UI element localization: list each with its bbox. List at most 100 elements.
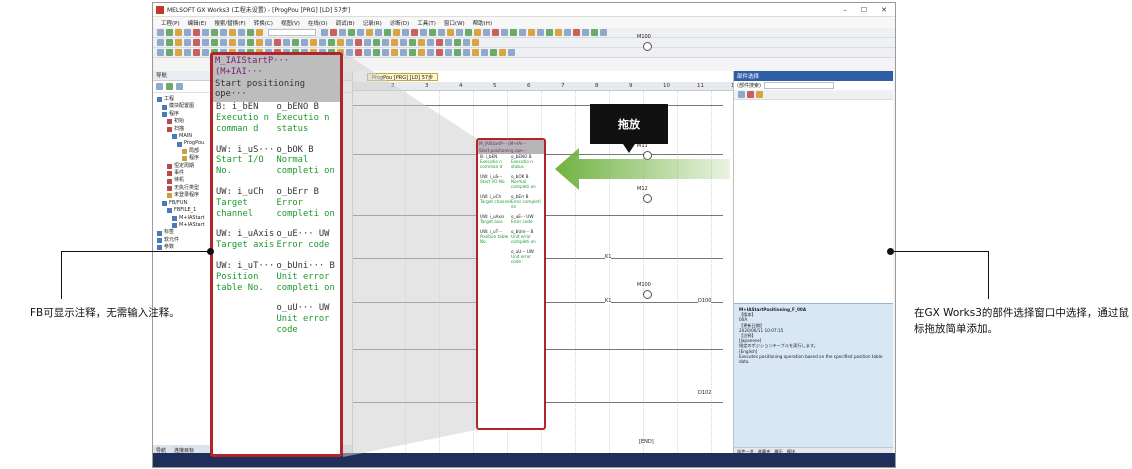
toolbar-button-icon[interactable] <box>366 29 373 36</box>
menu-item-4[interactable]: 视图(V) <box>281 19 300 27</box>
toolbar-button-icon[interactable] <box>474 29 481 36</box>
toolbar-button-icon[interactable] <box>384 29 391 36</box>
toolbar-button-icon[interactable] <box>564 29 571 36</box>
toolbar-button-icon[interactable] <box>456 29 463 36</box>
toolbar-button-icon[interactable] <box>411 29 418 36</box>
toolbar-button-icon[interactable] <box>283 39 290 46</box>
toolbar-button-icon[interactable] <box>175 39 182 46</box>
toolbar-button-icon[interactable] <box>247 29 254 36</box>
toolbar-button-icon[interactable] <box>339 29 346 36</box>
toolbar-button-icon[interactable] <box>184 49 191 56</box>
toolbar-button-icon[interactable] <box>292 39 299 46</box>
toolbar-button-icon[interactable] <box>528 29 535 36</box>
toolbar-button-icon[interactable] <box>175 49 182 56</box>
toolbar-button-icon[interactable] <box>463 49 470 56</box>
toolbar-button-icon[interactable] <box>256 29 263 36</box>
menu-item-11[interactable]: 帮助(H) <box>473 19 492 27</box>
toolbar-button-icon[interactable] <box>436 39 443 46</box>
toolbar-button-icon[interactable] <box>472 49 479 56</box>
maximize-icon[interactable]: ☐ <box>861 6 867 14</box>
toolbar-button-icon[interactable] <box>490 49 497 56</box>
toolbar-button-icon[interactable] <box>364 49 371 56</box>
toolbar-button-icon[interactable] <box>157 29 164 36</box>
toolbar-button-icon[interactable] <box>355 49 362 56</box>
toolbar-button-icon[interactable] <box>193 29 200 36</box>
coil-icon[interactable] <box>643 42 652 51</box>
parts-view-icon[interactable] <box>738 91 745 98</box>
toolbar-button-icon[interactable] <box>591 29 598 36</box>
toolbar-button-icon[interactable] <box>184 29 191 36</box>
toolbar-button-icon[interactable] <box>400 49 407 56</box>
toolbar-button-icon[interactable] <box>319 39 326 46</box>
toolbar-button-icon[interactable] <box>447 29 454 36</box>
nav-settings-icon[interactable] <box>166 83 173 90</box>
toolbar-button-icon[interactable] <box>211 39 218 46</box>
menu-item-7[interactable]: 记录(R) <box>363 19 382 27</box>
toolbar-button-icon[interactable] <box>382 49 389 56</box>
toolbar-button-icon[interactable] <box>157 39 164 46</box>
toolbar-button-icon[interactable] <box>238 39 245 46</box>
toolbar-button-icon[interactable] <box>429 29 436 36</box>
toolbar-button-icon[interactable] <box>301 39 308 46</box>
toolbar-button-icon[interactable] <box>166 39 173 46</box>
toolbar-button-icon[interactable] <box>409 39 416 46</box>
toolbar-button-icon[interactable] <box>348 29 355 36</box>
menu-item-1[interactable]: 编辑(E) <box>188 19 207 27</box>
toolbar-button-icon[interactable] <box>193 49 200 56</box>
toolbar-button-icon[interactable] <box>546 29 553 36</box>
toolbar-button-icon[interactable] <box>382 39 389 46</box>
toolbar-button-icon[interactable] <box>364 39 371 46</box>
toolbar-button-icon[interactable] <box>310 39 317 46</box>
toolbar-button-icon[interactable] <box>373 49 380 56</box>
toolbar-button-icon[interactable] <box>418 39 425 46</box>
toolbar-button-icon[interactable] <box>202 39 209 46</box>
toolbar-button-icon[interactable] <box>454 49 461 56</box>
toolbar-button-icon[interactable] <box>229 29 236 36</box>
toolbar-button-icon[interactable] <box>492 29 499 36</box>
toolbar-button-icon[interactable] <box>373 39 380 46</box>
toolbar-button-icon[interactable] <box>256 39 263 46</box>
toolbar-button-icon[interactable] <box>220 39 227 46</box>
toolbar-button-icon[interactable] <box>573 29 580 36</box>
toolbar-button-icon[interactable] <box>427 49 434 56</box>
menu-item-5[interactable]: 在线(O) <box>308 19 328 27</box>
toolbar-button-icon[interactable] <box>193 39 200 46</box>
parts-add-icon[interactable] <box>756 91 763 98</box>
toolbar-button-icon[interactable] <box>355 39 362 46</box>
toolbar-button-icon[interactable] <box>157 49 164 56</box>
toolbar-button-icon[interactable] <box>445 49 452 56</box>
toolbar-button-icon[interactable] <box>220 29 227 36</box>
toolbar-button-icon[interactable] <box>400 39 407 46</box>
toolbar-button-icon[interactable] <box>393 29 400 36</box>
toolbar-button-icon[interactable] <box>418 49 425 56</box>
parts-delete-icon[interactable] <box>747 91 754 98</box>
fb-block-small[interactable]: M_IAIStartP··· (M+IAI··· Start positioni… <box>476 138 546 430</box>
menu-item-8[interactable]: 诊断(D) <box>390 19 410 27</box>
toolbar-button-icon[interactable] <box>330 29 337 36</box>
menu-item-0[interactable]: 工程(P) <box>161 19 180 27</box>
toolbar-button-icon[interactable] <box>582 29 589 36</box>
toolbar-button-icon[interactable] <box>357 29 364 36</box>
toolbar-button-icon[interactable] <box>175 29 182 36</box>
close-icon[interactable]: ✕ <box>881 6 887 14</box>
toolbar-combo[interactable] <box>268 29 316 36</box>
toolbar-button-icon[interactable] <box>600 29 607 36</box>
toolbar-button-icon[interactable] <box>483 29 490 36</box>
toolbar-button-icon[interactable] <box>211 29 218 36</box>
toolbar-button-icon[interactable] <box>166 29 173 36</box>
toolbar-button-icon[interactable] <box>409 49 416 56</box>
parts-list[interactable] <box>734 105 893 301</box>
toolbar-button-icon[interactable] <box>537 29 544 36</box>
toolbar-button-icon[interactable] <box>454 39 461 46</box>
toolbar-button-icon[interactable] <box>445 39 452 46</box>
menu-item-9[interactable]: 工具(T) <box>417 19 436 27</box>
toolbar-button-icon[interactable] <box>499 49 506 56</box>
toolbar-button-icon[interactable] <box>375 29 382 36</box>
parts-search-input[interactable] <box>763 82 834 89</box>
toolbar-button-icon[interactable] <box>510 29 517 36</box>
toolbar-button-icon[interactable] <box>501 29 508 36</box>
toolbar-button-icon[interactable] <box>465 29 472 36</box>
toolbar-button-icon[interactable] <box>472 39 479 46</box>
toolbar-button-icon[interactable] <box>346 49 353 56</box>
toolbar-button-icon[interactable] <box>247 39 254 46</box>
